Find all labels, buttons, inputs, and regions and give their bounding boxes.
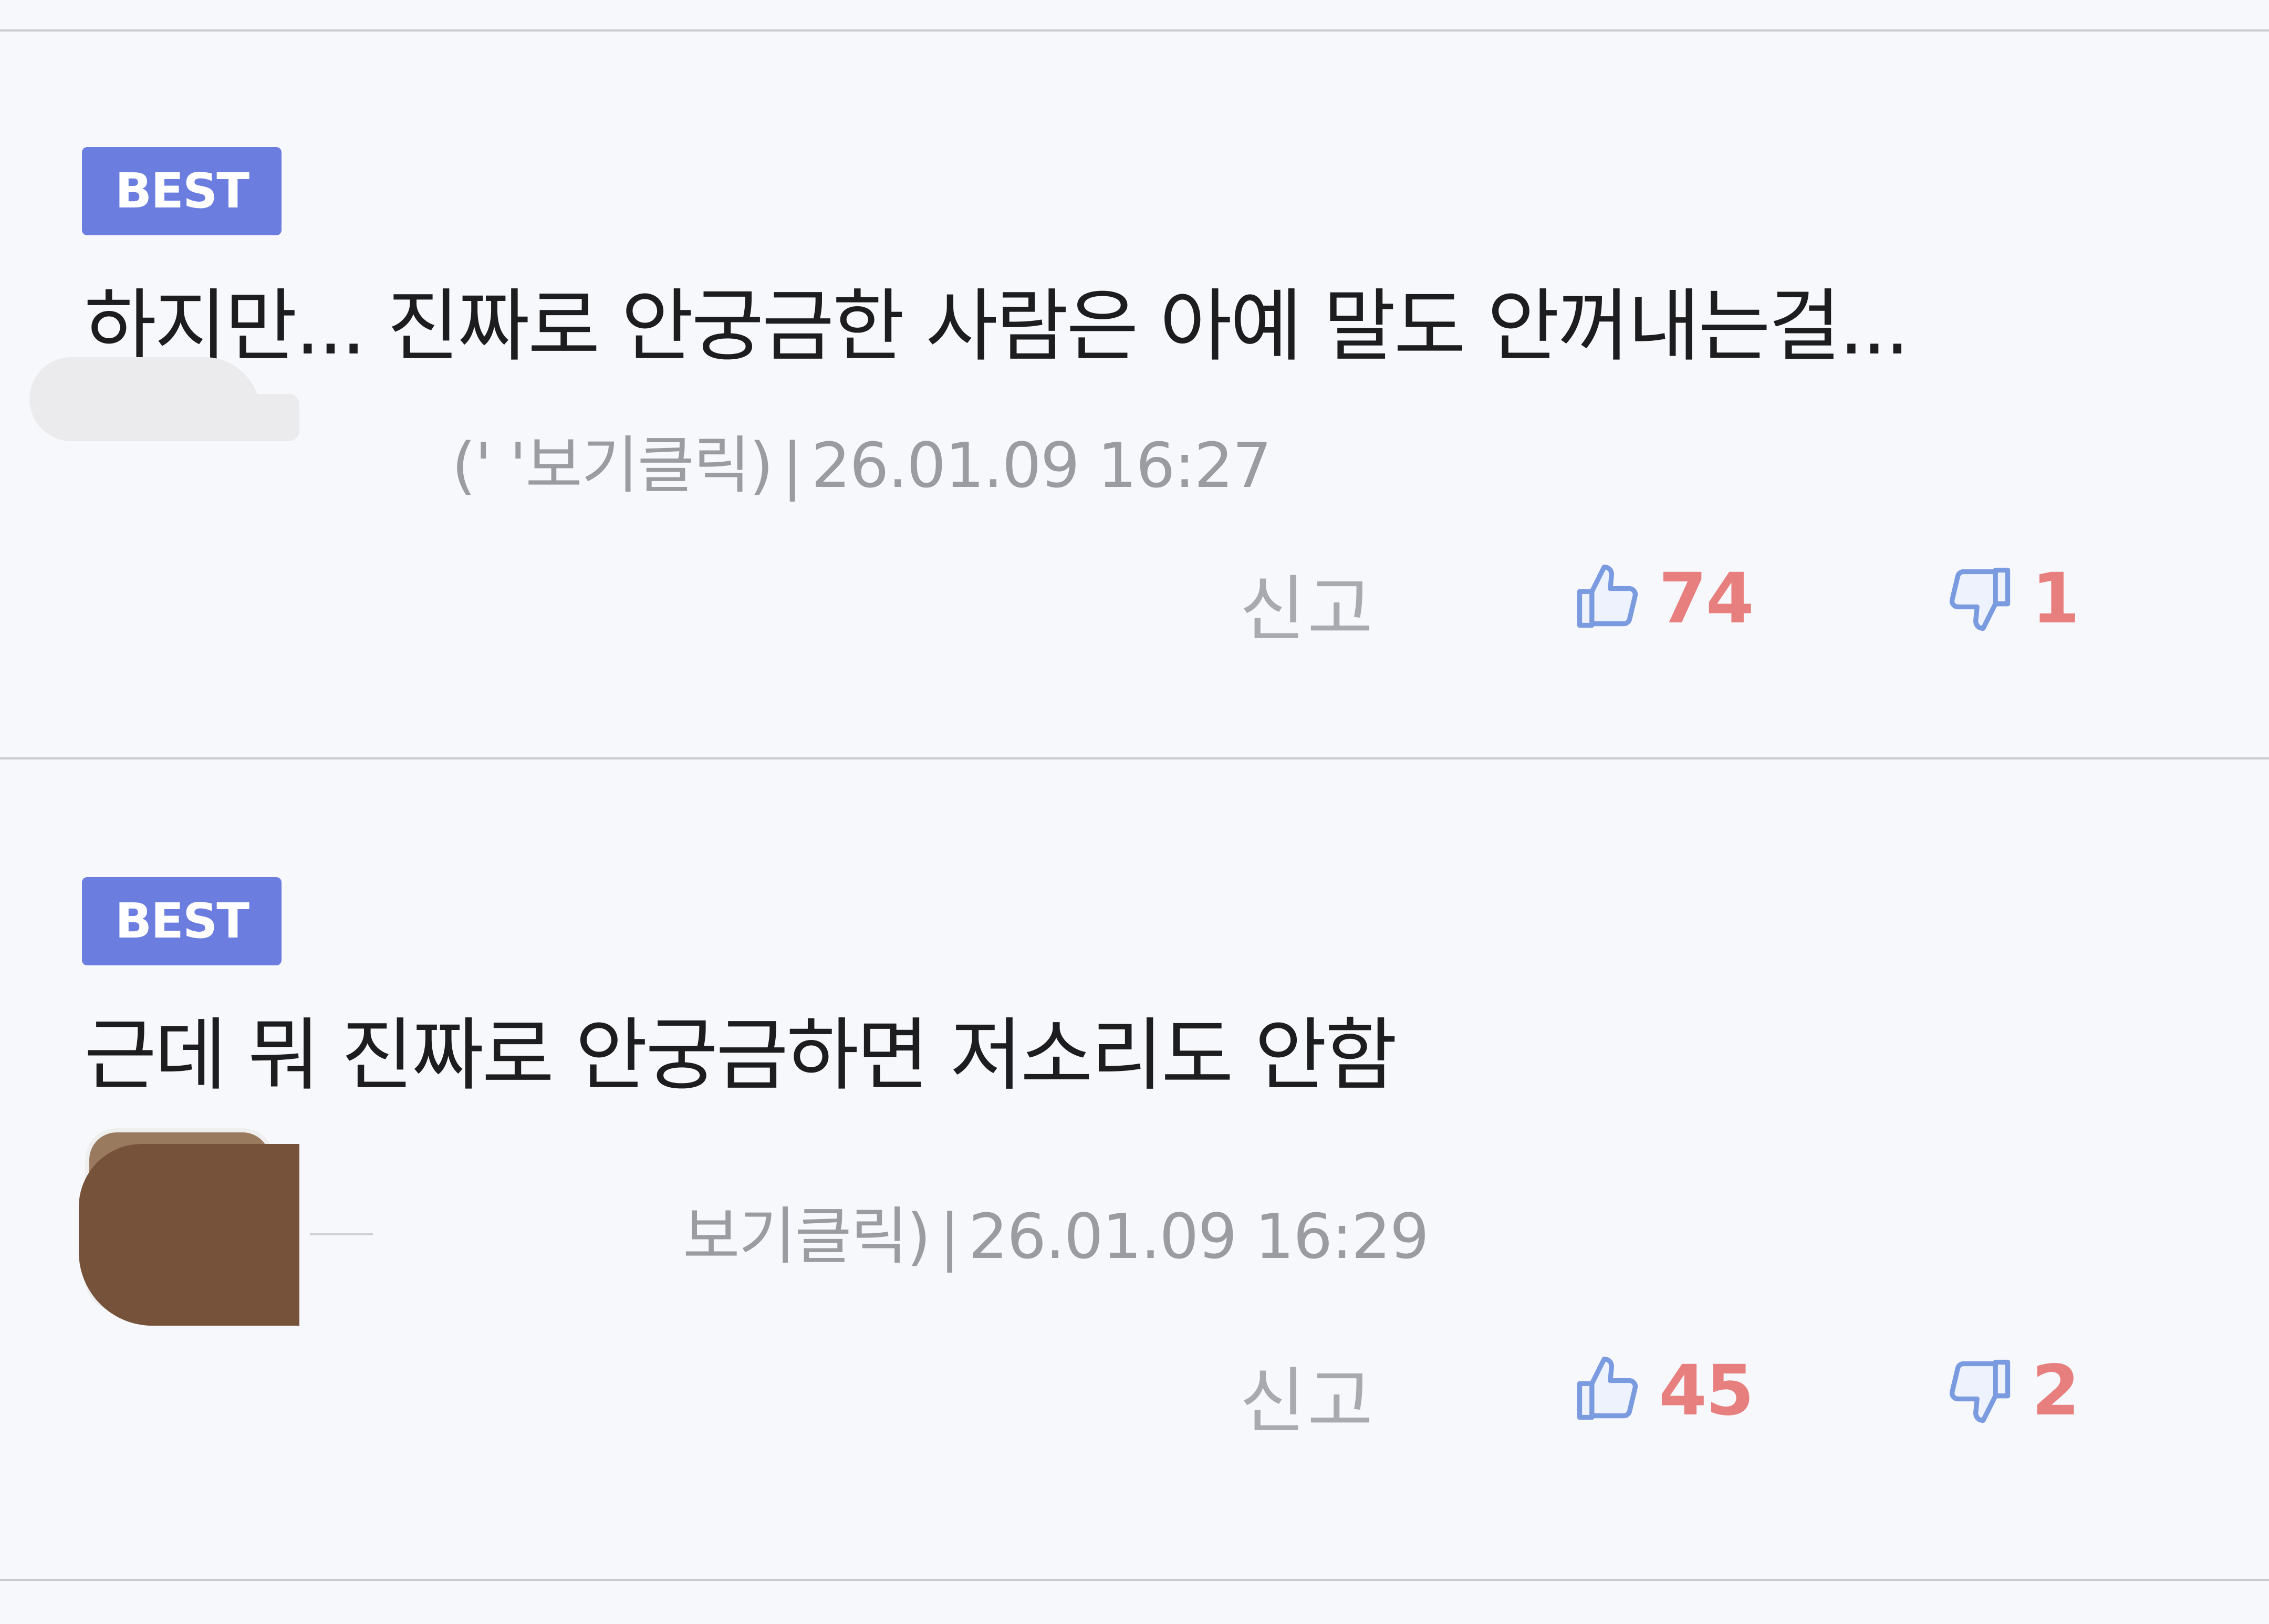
thumbs-up-icon <box>1570 561 1644 637</box>
comment-text: 하지만... 진짜로 안궁금한 사람은 아예 말도 안꺼내는걸... <box>84 281 1910 372</box>
comment-text: 근데 뭐 진짜로 안궁금하면 저소리도 안함 <box>84 1010 1397 1101</box>
like-button[interactable]: 74 <box>1570 557 1754 641</box>
dislike-count: 2 <box>2032 1350 2080 1431</box>
avatar-redaction <box>79 1144 299 1326</box>
report-button[interactable]: 신고 <box>1240 551 1375 655</box>
bottom-divider <box>0 1579 2269 1581</box>
like-count: 74 <box>1659 558 1754 639</box>
dislike-button[interactable]: 2 <box>1943 1349 2080 1433</box>
thumbs-down-icon <box>1943 1353 2017 1429</box>
comment-meta: 보기클릭) | 26.01.09 16:29 <box>683 1186 1429 1276</box>
redaction-mark <box>310 1233 373 1235</box>
dislike-button[interactable]: 1 <box>1943 557 2080 641</box>
meta-separator: | <box>782 429 803 502</box>
author-name[interactable]: 보기클릭) <box>683 1200 931 1273</box>
comment-divider <box>0 757 2269 759</box>
avatar-smudge <box>184 394 299 441</box>
thumbs-up-icon <box>1570 1353 1644 1429</box>
dislike-count: 1 <box>2032 558 2080 639</box>
author-name[interactable]: (' '보기클릭) <box>452 429 774 502</box>
comment-item: BEST 근데 뭐 진짜로 안궁금하면 저소리도 안함 보기클릭) | 26.01.… <box>0 761 2269 1485</box>
like-button[interactable]: 45 <box>1570 1349 1754 1433</box>
meta-separator: | <box>939 1200 960 1273</box>
best-badge: BEST <box>82 147 282 235</box>
comment-timestamp: 26.01.09 16:27 <box>811 429 1272 502</box>
comment-item: BEST 하지만... 진짜로 안궁금한 사람은 아예 말도 안꺼내는걸... … <box>0 32 2269 756</box>
best-badge: BEST <box>82 877 282 965</box>
comment-meta: (' '보기클릭) | 26.01.09 16:27 <box>452 415 1272 505</box>
report-button[interactable]: 신고 <box>1240 1344 1375 1447</box>
comment-timestamp: 26.01.09 16:29 <box>969 1200 1429 1273</box>
thumbs-down-icon <box>1943 561 2017 637</box>
like-count: 45 <box>1659 1350 1754 1431</box>
